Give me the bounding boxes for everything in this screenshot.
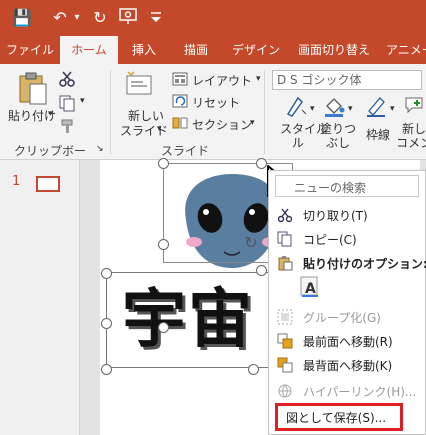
svg-text:A: A xyxy=(305,281,316,297)
menu-item-label: グループ化(G) xyxy=(303,311,381,325)
customize-toolbar-icon[interactable] xyxy=(148,6,164,30)
paste-dropdown-icon[interactable]: ▾ xyxy=(48,109,53,119)
send-to-back-icon xyxy=(277,357,293,373)
slide-thumbnail[interactable] xyxy=(36,176,60,192)
title-bar: 💾 ↶ ▾ ↻ xyxy=(0,0,426,36)
resize-handle[interactable] xyxy=(101,364,112,375)
quick-styles-icon[interactable] xyxy=(284,94,310,121)
section-dropdown-icon[interactable]: ▾ xyxy=(250,118,255,128)
menu-item-label: 切り取り(T) xyxy=(303,209,368,223)
cut-icon[interactable] xyxy=(58,70,76,91)
tab-home[interactable]: ホーム xyxy=(60,36,118,64)
group-separator xyxy=(110,70,111,154)
quick-styles-dropdown-icon[interactable]: ▾ xyxy=(310,104,315,114)
redo-icon[interactable]: ↻ xyxy=(88,6,112,30)
shape-outline-icon[interactable] xyxy=(364,94,388,121)
menu-item-cut[interactable]: 切り取り(T) xyxy=(269,203,426,227)
resize-handle[interactable] xyxy=(158,158,169,169)
menu-item-send-to-back[interactable]: 最背面へ移動(K) xyxy=(269,353,426,377)
layout-button[interactable]: レイアウト xyxy=(192,72,252,89)
menu-item-label: ハイパーリンク(H)... xyxy=(303,385,417,399)
ribbon: 貼り付け ▾ ▾ クリップボード ↘ 新しい スライド ▾ レイアウト ▾ リセ… xyxy=(0,64,426,175)
font-name-box[interactable]: D S ゴシック体 xyxy=(272,70,422,90)
paste-icon[interactable] xyxy=(16,70,48,109)
quick-styles-label-2[interactable]: ル xyxy=(292,134,304,151)
shape-fill-icon[interactable] xyxy=(322,94,346,121)
new-slide-dropdown-icon[interactable]: ▾ xyxy=(157,124,162,134)
shape-fill-dropdown-icon[interactable]: ▾ xyxy=(348,104,353,114)
new-slide-icon[interactable] xyxy=(124,70,154,105)
slide-number: 1 xyxy=(12,174,21,189)
group-separator xyxy=(264,70,265,154)
reset-button[interactable]: リセット xyxy=(192,94,240,111)
ribbon-tabs: ファイル ホーム 挿入 描画 デザイン 画面切り替え アニメー xyxy=(0,36,426,64)
section-button[interactable]: セクション xyxy=(192,116,252,133)
tab-animations[interactable]: アニメー xyxy=(378,36,426,64)
menu-item-label: 最前面へ移動(R) xyxy=(303,335,393,349)
tab-draw[interactable]: 描画 xyxy=(170,36,222,64)
copy-icon xyxy=(277,231,292,247)
copy-dropdown-icon[interactable]: ▾ xyxy=(80,96,85,106)
resize-handle[interactable] xyxy=(101,318,112,329)
rotate-handle-icon[interactable]: ↻ xyxy=(242,234,260,252)
clipboard-launcher-icon[interactable]: ↘ xyxy=(96,144,104,154)
menu-item-copy[interactable]: コピー(C) xyxy=(269,227,426,251)
shape-outline-dropdown-icon[interactable]: ▾ xyxy=(390,104,395,114)
save-icon[interactable]: 💾 xyxy=(10,6,34,30)
slides-group-label: スライド xyxy=(160,144,209,158)
section-icon[interactable] xyxy=(172,116,188,133)
menu-item-label: 図として保存(S)... xyxy=(286,411,387,425)
context-menu: ニューの検索 切り取り(T) コピー(C) 貼り付けのオプション: A グループ… xyxy=(268,170,426,435)
menu-item-bring-to-front[interactable]: 最前面へ移動(R) xyxy=(269,329,426,353)
tab-transitions[interactable]: 画面切り替え xyxy=(290,36,378,64)
menu-item-group[interactable]: グループ化(G) xyxy=(269,305,426,329)
menu-item-label: 最背面へ移動(K) xyxy=(303,359,393,373)
menu-item-hyperlink[interactable]: ハイパーリンク(H)... xyxy=(269,379,426,403)
bring-to-front-icon xyxy=(277,333,293,349)
resize-handle[interactable] xyxy=(101,268,112,279)
paste-icon xyxy=(278,256,293,271)
tab-file[interactable]: ファイル xyxy=(0,36,60,64)
resize-handle[interactable] xyxy=(248,364,259,375)
slide-thumbnail-pane: 1 xyxy=(0,160,80,435)
shape-fill-label-2[interactable]: ぶし xyxy=(326,134,350,151)
resize-handle[interactable] xyxy=(158,239,169,250)
tab-design[interactable]: デザイン xyxy=(222,36,290,64)
menu-search-box[interactable]: ニューの検索 xyxy=(275,175,419,197)
shape-outline-label[interactable]: 枠線 xyxy=(366,126,390,143)
layout-dropdown-icon[interactable]: ▾ xyxy=(256,74,261,84)
menu-item-label: コピー(C) xyxy=(303,233,357,247)
cut-icon xyxy=(277,208,293,223)
start-from-beginning-icon[interactable] xyxy=(116,6,140,30)
new-comment-icon[interactable] xyxy=(404,94,426,119)
new-comment-label-2[interactable]: コメン xyxy=(396,134,426,151)
undo-dropdown-icon[interactable]: ▾ xyxy=(70,6,84,30)
group-icon xyxy=(277,309,293,325)
resize-handle[interactable] xyxy=(256,265,267,276)
menu-item-paste-options: 貼り付けのオプション: xyxy=(269,251,426,275)
menu-item-save-as-picture[interactable]: 図として保存(S)... xyxy=(275,403,403,431)
paste-keep-text-icon[interactable]: A xyxy=(299,275,321,299)
copy-icon[interactable] xyxy=(58,94,76,115)
resize-handle[interactable] xyxy=(158,322,169,333)
menu-item-label: 貼り付けのオプション: xyxy=(303,257,426,271)
reset-icon[interactable] xyxy=(172,94,188,111)
layout-icon[interactable] xyxy=(172,72,188,89)
menu-search-placeholder: ニューの検索 xyxy=(294,181,367,195)
undo-icon[interactable]: ↶ xyxy=(48,6,72,30)
format-painter-icon[interactable] xyxy=(60,118,76,137)
wordart-text[interactable]: 宇宙 xyxy=(122,272,254,368)
tab-insert[interactable]: 挿入 xyxy=(118,36,170,64)
hyperlink-icon xyxy=(278,384,292,398)
